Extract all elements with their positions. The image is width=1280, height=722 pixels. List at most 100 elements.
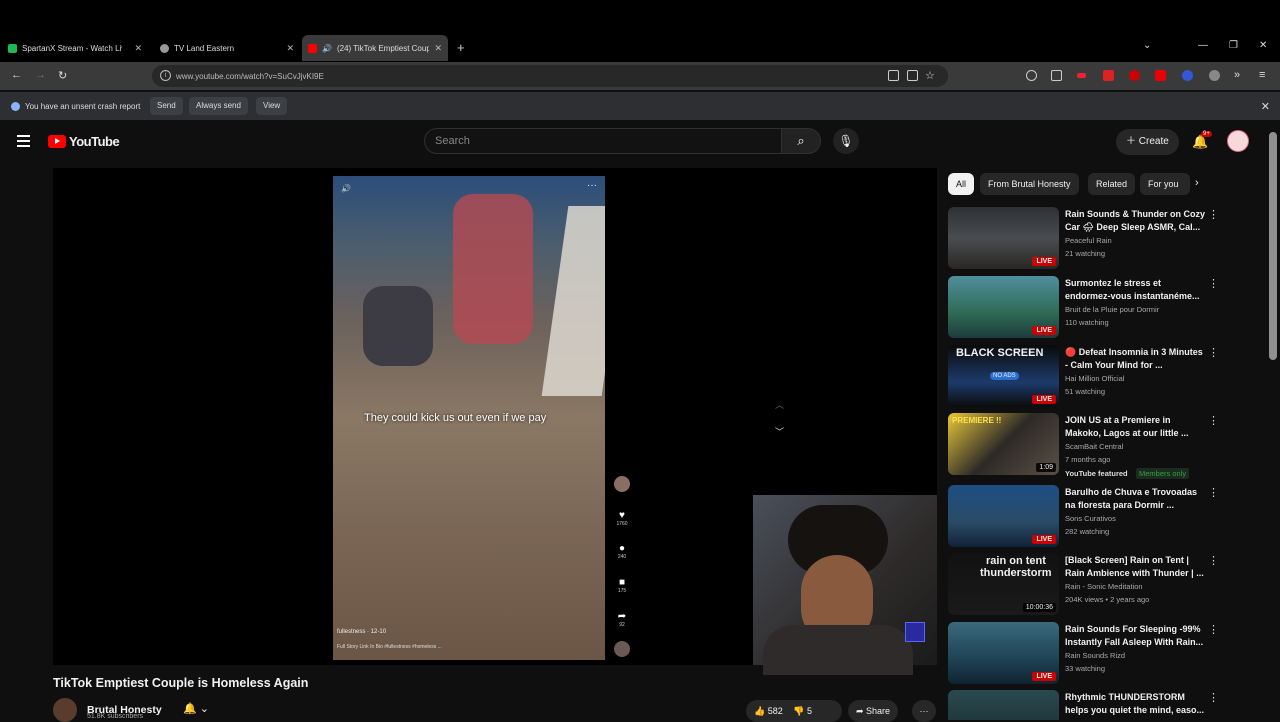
subscribed-bell-icon[interactable]: 🔔 ⌄	[183, 702, 209, 715]
more-actions-button[interactable]: ···	[912, 700, 936, 722]
browser-tab-active[interactable]: 🔊 (24) TikTok Emptiest Couple ✕	[302, 35, 448, 61]
channel-avatar[interactable]	[53, 698, 77, 722]
install-app-icon[interactable]	[907, 70, 918, 81]
create-button[interactable]: ＋ Create	[1116, 129, 1179, 155]
more-vert-icon[interactable]: ⋮	[1208, 346, 1219, 359]
browser-menu-icon[interactable]: ≡	[1259, 69, 1265, 81]
recommendation-item[interactable]: LIVE Surmontez le stress et endormez-vou…	[948, 276, 1248, 338]
rec-title[interactable]: Rain Sounds For Sleeping -99% Instantly …	[1065, 623, 1205, 649]
extension-adblock-icon[interactable]	[1103, 70, 1114, 81]
video-thumbnail[interactable]	[948, 690, 1059, 720]
video-thumbnail[interactable]: rain on tent thunderstorm 10:00:36	[948, 553, 1059, 615]
always-send-button[interactable]: Always send	[189, 97, 248, 115]
tab-search-icon[interactable]: ⌄	[1143, 40, 1151, 51]
chip-for-you[interactable]: For you	[1140, 173, 1190, 195]
back-icon[interactable]: ←	[11, 69, 22, 81]
rec-title[interactable]: Rain Sounds & Thunder on Cozy Car 🌧 Deep…	[1065, 208, 1205, 234]
more-vert-icon[interactable]: ⋮	[1208, 554, 1219, 567]
minimize-icon[interactable]: —	[1198, 40, 1208, 51]
rec-title[interactable]: JOIN US at a Premiere in Makoko, Lagos a…	[1065, 414, 1205, 440]
rec-title[interactable]: Rhythmic THUNDERSTORM helps you quiet th…	[1065, 691, 1205, 717]
extension-youtube-icon[interactable]	[1155, 70, 1166, 81]
video-thumbnail[interactable]: LIVE	[948, 207, 1059, 269]
chevron-down-icon[interactable]: ﹀	[775, 425, 784, 438]
chip-all[interactable]: All	[948, 173, 975, 195]
voice-search-button[interactable]: 🎙	[833, 128, 859, 154]
forward-icon[interactable]: →	[35, 69, 46, 81]
recommendation-item[interactable]: BLACK SCREEN NO ADS LIVE 🔴 Defeat Insomn…	[948, 345, 1248, 407]
recommendation-item[interactable]: LIVE Rain Sounds For Sleeping -99% Insta…	[948, 622, 1248, 684]
browser-tab[interactable]: SpartanX Stream - Watch Live on ✕	[2, 37, 148, 59]
video-thumbnail[interactable]: PREMIERE !! 1:09	[948, 413, 1059, 475]
video-thumbnail[interactable]: LIVE	[948, 276, 1059, 338]
creator-avatar-icon[interactable]	[612, 476, 632, 495]
chip-related[interactable]: Related	[1088, 173, 1136, 195]
site-info-icon[interactable]: i	[160, 70, 171, 81]
share-button[interactable]: ➦ Share	[848, 700, 899, 722]
browser-tab[interactable]: TV Land Eastern ✕	[154, 37, 300, 59]
share-arrow-icon[interactable]: ➦ 92	[612, 611, 632, 628]
close-tab-icon[interactable]: ✕	[434, 43, 442, 54]
account-avatar[interactable]	[1227, 130, 1249, 152]
view-button[interactable]: View	[256, 97, 288, 115]
like-dislike-buttons[interactable]: 👍 582 👎 5	[746, 700, 842, 722]
rec-title[interactable]: Surmontez le stress et endormez-vous ins…	[1065, 277, 1205, 303]
more-vert-icon[interactable]: ⋮	[1208, 277, 1219, 290]
extension-gear-icon[interactable]	[1209, 70, 1220, 81]
close-tab-icon[interactable]: ✕	[286, 43, 294, 54]
recommendation-item[interactable]: Rhythmic THUNDERSTORM helps you quiet th…	[948, 690, 1248, 720]
rec-title[interactable]: [Black Screen] Rain on Tent | Rain Ambie…	[1065, 554, 1205, 580]
chevron-up-icon[interactable]: ︿	[775, 398, 784, 411]
more-vert-icon[interactable]: ⋮	[1208, 208, 1219, 221]
extension-blue-icon[interactable]	[1182, 70, 1193, 81]
search-input[interactable]: Search	[424, 128, 782, 154]
profile-extension-icon[interactable]	[1026, 70, 1037, 81]
more-options-icon[interactable]: ···	[587, 180, 597, 191]
extensions-icon[interactable]	[1051, 70, 1062, 81]
chip-from-channel[interactable]: From Brutal Honesty	[980, 173, 1079, 195]
url-field[interactable]: i www.youtube.com/watch?v=SuCvJjvKI9E	[152, 65, 948, 87]
page-scrollbar[interactable]	[1269, 132, 1277, 360]
more-vert-icon[interactable]: ⋮	[1208, 623, 1219, 636]
reload-icon[interactable]: ↻	[58, 69, 67, 82]
recommendation-item[interactable]: LIVE Rain Sounds & Thunder on Cozy Car 🌧…	[948, 207, 1248, 269]
recommendation-item[interactable]: LIVE Barulho de Chuva e Trovoadas na flo…	[948, 485, 1248, 547]
close-infobar-icon[interactable]: ✕	[1261, 100, 1270, 113]
restore-icon[interactable]: ❐	[1229, 40, 1238, 51]
close-tab-icon[interactable]: ✕	[134, 43, 142, 54]
rec-channel[interactable]: ScamBait Central	[1065, 442, 1123, 451]
extension-red-icon[interactable]	[1077, 73, 1086, 78]
rec-title[interactable]: Barulho de Chuva e Trovoadas na floresta…	[1065, 486, 1205, 512]
bookmark-star-icon[interactable]: ☆	[925, 69, 935, 82]
sound-disc-icon[interactable]	[612, 641, 632, 660]
rec-title[interactable]: 🔴 Defeat Insomnia in 3 Minutes - Calm Yo…	[1065, 346, 1205, 372]
video-thumbnail[interactable]: BLACK SCREEN NO ADS LIVE	[948, 345, 1059, 407]
recommendation-item[interactable]: PREMIERE !! 1:09 JOIN US at a Premiere i…	[948, 413, 1248, 479]
mute-icon[interactable]: 🔊	[341, 184, 351, 193]
rec-channel[interactable]: Rain - Sonic Meditation	[1065, 582, 1143, 591]
more-vert-icon[interactable]: ⋮	[1208, 486, 1219, 499]
new-tab-icon[interactable]: +	[457, 40, 465, 55]
recommendation-item[interactable]: rain on tent thunderstorm 10:00:36 [Blac…	[948, 553, 1248, 615]
chevron-right-icon[interactable]: ›	[1195, 177, 1199, 189]
extension-pin-icon[interactable]	[1129, 70, 1140, 81]
send-button[interactable]: Send	[150, 97, 183, 115]
menu-icon[interactable]	[17, 135, 30, 150]
rec-channel[interactable]: Peaceful Rain	[1065, 236, 1112, 245]
close-window-icon[interactable]: ✕	[1259, 40, 1267, 51]
more-extensions-icon[interactable]: »	[1234, 69, 1240, 81]
thumbs-up-icon[interactable]: 👍	[754, 706, 765, 716]
cast-icon[interactable]	[888, 70, 899, 81]
more-vert-icon[interactable]: ⋮	[1208, 691, 1219, 704]
video-thumbnail[interactable]: LIVE	[948, 485, 1059, 547]
video-thumbnail[interactable]: LIVE	[948, 622, 1059, 684]
comment-icon[interactable]: ● 240	[612, 543, 632, 560]
bookmark-icon[interactable]: ■ 175	[612, 577, 632, 594]
more-vert-icon[interactable]: ⋮	[1208, 414, 1219, 427]
like-heart-icon[interactable]: ♥ 1760	[612, 510, 632, 527]
rec-channel[interactable]: Rain Sounds Rizd	[1065, 651, 1125, 660]
rec-channel[interactable]: Hai Million Official	[1065, 374, 1124, 383]
youtube-logo[interactable]: YouTube	[48, 134, 120, 149]
rec-channel[interactable]: Sons Curativos	[1065, 514, 1116, 523]
search-button[interactable]: ⌕	[781, 128, 821, 154]
